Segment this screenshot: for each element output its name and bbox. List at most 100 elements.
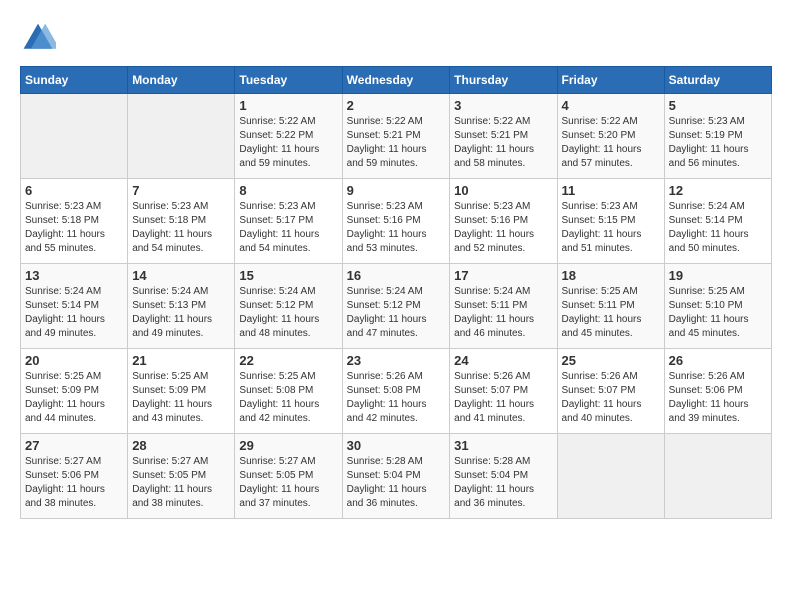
- day-number: 4: [562, 98, 660, 113]
- day-info: Sunrise: 5:23 AMSunset: 5:16 PMDaylight:…: [454, 200, 552, 256]
- week-row-3: 13 Sunrise: 5:24 AMSunset: 5:14 PMDayligh…: [21, 264, 772, 349]
- day-info: Sunrise: 5:23 AMSunset: 5:16 PMDaylight:…: [347, 200, 446, 256]
- day-info: Sunrise: 5:26 AMSunset: 5:07 PMDaylight:…: [454, 370, 552, 426]
- week-row-2: 6 Sunrise: 5:23 AMSunset: 5:18 PMDaylight…: [21, 179, 772, 264]
- day-cell: 9Sunrise: 5:23 AMSunset: 5:16 PMDaylight…: [342, 179, 450, 264]
- day-info: Sunrise: 5:22 AMSunset: 5:22 PMDaylight:…: [239, 115, 337, 171]
- day-cell: 20 Sunrise: 5:25 AMSunset: 5:09 PMDayligh…: [21, 349, 128, 434]
- day-cell: 31 Sunrise: 5:28 AMSunset: 5:04 PMDayligh…: [450, 434, 557, 519]
- day-cell: 6 Sunrise: 5:23 AMSunset: 5:18 PMDaylight…: [21, 179, 128, 264]
- day-cell: 12 Sunrise: 5:24 AMSunset: 5:14 PMDayligh…: [664, 179, 771, 264]
- col-header-wednesday: Wednesday: [342, 67, 450, 94]
- day-cell: 5 Sunrise: 5:23 AMSunset: 5:19 PMDaylight…: [664, 94, 771, 179]
- day-cell: [21, 94, 128, 179]
- day-info: Sunrise: 5:23 AMSunset: 5:19 PMDaylight:…: [669, 115, 767, 171]
- day-number: 14: [132, 268, 230, 283]
- header-row: SundayMondayTuesdayWednesdayThursdayFrid…: [21, 67, 772, 94]
- day-cell: 21Sunrise: 5:25 AMSunset: 5:09 PMDayligh…: [128, 349, 235, 434]
- day-number: 5: [669, 98, 767, 113]
- day-cell: 19 Sunrise: 5:25 AMSunset: 5:10 PMDayligh…: [664, 264, 771, 349]
- day-number: 10: [454, 183, 552, 198]
- col-header-sunday: Sunday: [21, 67, 128, 94]
- day-cell: [128, 94, 235, 179]
- day-info: Sunrise: 5:23 AMSunset: 5:15 PMDaylight:…: [562, 200, 660, 256]
- day-number: 23: [347, 353, 446, 368]
- day-info: Sunrise: 5:25 AMSunset: 5:09 PMDaylight:…: [132, 370, 230, 426]
- day-info: Sunrise: 5:22 AMSunset: 5:21 PMDaylight:…: [454, 115, 552, 171]
- col-header-monday: Monday: [128, 67, 235, 94]
- day-info: Sunrise: 5:26 AMSunset: 5:08 PMDaylight:…: [347, 370, 446, 426]
- day-number: 25: [562, 353, 660, 368]
- day-cell: 24 Sunrise: 5:26 AMSunset: 5:07 PMDayligh…: [450, 349, 557, 434]
- day-number: 19: [669, 268, 767, 283]
- day-info: Sunrise: 5:27 AMSunset: 5:05 PMDaylight:…: [239, 455, 337, 511]
- day-cell: 18 Sunrise: 5:25 AMSunset: 5:11 PMDayligh…: [557, 264, 664, 349]
- day-info: Sunrise: 5:25 AMSunset: 5:10 PMDaylight:…: [669, 285, 767, 341]
- day-number: 29: [239, 438, 337, 453]
- day-info: Sunrise: 5:22 AMSunset: 5:20 PMDaylight:…: [562, 115, 660, 171]
- day-info: Sunrise: 5:23 AMSunset: 5:17 PMDaylight:…: [239, 200, 337, 256]
- day-info: Sunrise: 5:27 AMSunset: 5:06 PMDaylight:…: [25, 455, 123, 511]
- day-number: 3: [454, 98, 552, 113]
- day-number: 24: [454, 353, 552, 368]
- col-header-saturday: Saturday: [664, 67, 771, 94]
- day-cell: [664, 434, 771, 519]
- day-cell: 11 Sunrise: 5:23 AMSunset: 5:15 PMDayligh…: [557, 179, 664, 264]
- day-info: Sunrise: 5:25 AMSunset: 5:11 PMDaylight:…: [562, 285, 660, 341]
- col-header-friday: Friday: [557, 67, 664, 94]
- day-number: 13: [25, 268, 123, 283]
- day-cell: 1 Sunrise: 5:22 AMSunset: 5:22 PMDaylight…: [235, 94, 342, 179]
- day-number: 6: [25, 183, 123, 198]
- day-cell: 23 Sunrise: 5:26 AMSunset: 5:08 PMDayligh…: [342, 349, 450, 434]
- day-cell: 4 Sunrise: 5:22 AMSunset: 5:20 PMDaylight…: [557, 94, 664, 179]
- day-info: Sunrise: 5:25 AMSunset: 5:09 PMDaylight:…: [25, 370, 123, 426]
- day-info: Sunrise: 5:24 AMSunset: 5:13 PMDaylight:…: [132, 285, 230, 341]
- day-number: 26: [669, 353, 767, 368]
- day-cell: 16 Sunrise: 5:24 AMSunset: 5:12 PMDayligh…: [342, 264, 450, 349]
- day-info: Sunrise: 5:24 AMSunset: 5:12 PMDaylight:…: [347, 285, 446, 341]
- day-number: 18: [562, 268, 660, 283]
- day-cell: [557, 434, 664, 519]
- logo: [20, 20, 62, 56]
- day-info: Sunrise: 5:28 AMSunset: 5:04 PMDaylight:…: [454, 455, 552, 511]
- week-row-1: 1 Sunrise: 5:22 AMSunset: 5:22 PMDaylight…: [21, 94, 772, 179]
- day-info: Sunrise: 5:24 AMSunset: 5:14 PMDaylight:…: [669, 200, 767, 256]
- logo-icon: [20, 20, 56, 56]
- day-cell: 22Sunrise: 5:25 AMSunset: 5:08 PMDayligh…: [235, 349, 342, 434]
- day-number: 28: [132, 438, 230, 453]
- day-info: Sunrise: 5:22 AMSunset: 5:21 PMDaylight:…: [347, 115, 446, 171]
- header: [20, 20, 772, 56]
- day-info: Sunrise: 5:27 AMSunset: 5:05 PMDaylight:…: [132, 455, 230, 511]
- day-info: Sunrise: 5:24 AMSunset: 5:11 PMDaylight:…: [454, 285, 552, 341]
- day-info: Sunrise: 5:23 AMSunset: 5:18 PMDaylight:…: [25, 200, 123, 256]
- day-info: Sunrise: 5:24 AMSunset: 5:14 PMDaylight:…: [25, 285, 123, 341]
- day-number: 2: [347, 98, 446, 113]
- day-cell: 8 Sunrise: 5:23 AMSunset: 5:17 PMDaylight…: [235, 179, 342, 264]
- day-number: 20: [25, 353, 123, 368]
- day-number: 11: [562, 183, 660, 198]
- day-number: 12: [669, 183, 767, 198]
- day-number: 1: [239, 98, 337, 113]
- day-cell: 17Sunrise: 5:24 AMSunset: 5:11 PMDayligh…: [450, 264, 557, 349]
- day-cell: 7Sunrise: 5:23 AMSunset: 5:18 PMDaylight…: [128, 179, 235, 264]
- day-number: 7: [132, 183, 230, 198]
- day-cell: 2 Sunrise: 5:22 AMSunset: 5:21 PMDaylight…: [342, 94, 450, 179]
- day-cell: 13 Sunrise: 5:24 AMSunset: 5:14 PMDayligh…: [21, 264, 128, 349]
- day-number: 31: [454, 438, 552, 453]
- calendar-table: SundayMondayTuesdayWednesdayThursdayFrid…: [20, 66, 772, 519]
- day-number: 30: [347, 438, 446, 453]
- day-info: Sunrise: 5:28 AMSunset: 5:04 PMDaylight:…: [347, 455, 446, 511]
- day-info: Sunrise: 5:26 AMSunset: 5:07 PMDaylight:…: [562, 370, 660, 426]
- col-header-thursday: Thursday: [450, 67, 557, 94]
- day-cell: 3 Sunrise: 5:22 AMSunset: 5:21 PMDaylight…: [450, 94, 557, 179]
- day-info: Sunrise: 5:26 AMSunset: 5:06 PMDaylight:…: [669, 370, 767, 426]
- day-cell: 29 Sunrise: 5:27 AMSunset: 5:05 PMDayligh…: [235, 434, 342, 519]
- day-cell: 30 Sunrise: 5:28 AMSunset: 5:04 PMDayligh…: [342, 434, 450, 519]
- day-cell: 27Sunrise: 5:27 AMSunset: 5:06 PMDayligh…: [21, 434, 128, 519]
- day-info: Sunrise: 5:24 AMSunset: 5:12 PMDaylight:…: [239, 285, 337, 341]
- day-number: 16: [347, 268, 446, 283]
- day-cell: 25 Sunrise: 5:26 AMSunset: 5:07 PMDayligh…: [557, 349, 664, 434]
- day-cell: 15Sunrise: 5:24 AMSunset: 5:12 PMDayligh…: [235, 264, 342, 349]
- day-info: Sunrise: 5:25 AMSunset: 5:08 PMDaylight:…: [239, 370, 337, 426]
- day-number: 8: [239, 183, 337, 198]
